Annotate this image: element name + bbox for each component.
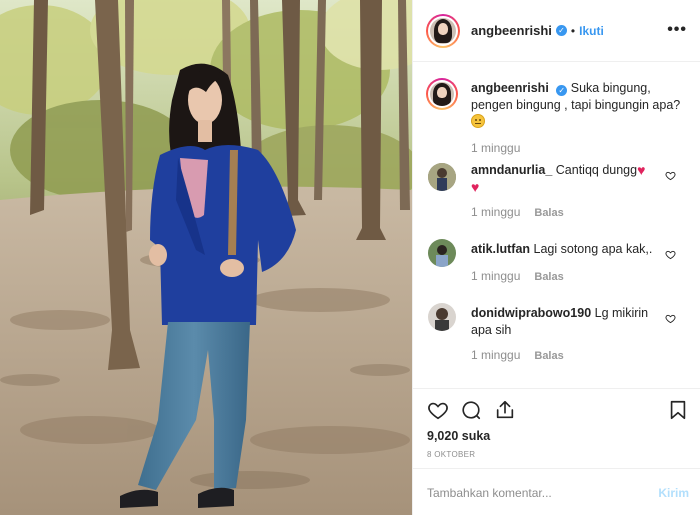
post-date[interactable]: 8 OKTOBER (427, 450, 475, 459)
more-options-icon[interactable]: ••• (667, 22, 687, 38)
post-side-panel: angbeenrishi ✓ • Ikuti ••• angbeenrishi … (412, 0, 700, 515)
heart-icon[interactable] (665, 170, 676, 181)
comment-meta: 1 minggu Balas (471, 205, 564, 219)
heart-icon[interactable] (665, 249, 676, 260)
caption: angbeenrishi ✓ Suka bingung, pengen bing… (471, 80, 691, 131)
comment-meta: 1 minggu Balas (471, 348, 564, 362)
red-heart-emoji-icon: ♥ (637, 162, 646, 178)
bookmark-icon[interactable] (667, 399, 689, 421)
comment-body: atik.lutfan Lagi sotong apa kak,. (471, 241, 661, 258)
reply-button[interactable]: Balas (534, 271, 563, 283)
avatar[interactable] (426, 13, 460, 48)
post-actions: 9,020 suka 8 OKTOBER (413, 388, 700, 468)
comment-time[interactable]: 1 minggu (471, 205, 520, 219)
comment-text: Cantiqq dungg (555, 163, 638, 177)
comment-time[interactable]: 1 minggu (471, 269, 520, 283)
comments-list[interactable]: angbeenrishi ✓ Suka bingung, pengen bing… (413, 63, 700, 387)
heart-icon[interactable] (427, 399, 449, 421)
verified-icon: ✓ (555, 25, 567, 36)
post-header: angbeenrishi ✓ • Ikuti ••• (413, 0, 700, 62)
reply-button[interactable]: Balas (534, 207, 563, 219)
comment-body: donidwiprabowo190 Lg mikirin apa sih (471, 305, 661, 339)
comment-icon[interactable] (460, 399, 482, 421)
likes-count[interactable]: 9,020 suka (427, 429, 490, 443)
heart-icon[interactable] (665, 313, 676, 324)
add-comment-bar: Kirim (413, 468, 700, 515)
red-heart-emoji-icon: ♥ (471, 179, 480, 195)
commenter-avatar[interactable] (428, 239, 456, 267)
commenter-avatar[interactable] (428, 303, 456, 331)
comment-text: Lagi sotong apa kak,. (533, 242, 653, 256)
reply-button[interactable]: Balas (534, 350, 563, 362)
username-link[interactable]: angbeenrishi (471, 23, 552, 38)
caption-time[interactable]: 1 minggu (471, 141, 520, 155)
comment-body: amndanurlia_ Cantiqq dungg♥ ♥ (471, 162, 661, 196)
comment-username[interactable]: atik.lutfan (471, 242, 530, 256)
share-icon[interactable] (494, 399, 516, 421)
follow-button[interactable]: Ikuti (579, 24, 604, 38)
comment-time[interactable]: 1 minggu (471, 348, 520, 362)
caption-username[interactable]: angbeenrishi (471, 81, 549, 95)
verified-icon: ✓ (556, 85, 568, 96)
separator-dot: • (570, 23, 576, 38)
smile-emoji-icon (471, 114, 485, 128)
commenter-avatar[interactable] (428, 163, 456, 191)
comment-input[interactable] (427, 483, 637, 503)
post-photo[interactable] (0, 0, 412, 515)
comment-username[interactable]: amndanurlia_ (471, 163, 552, 177)
comment-username[interactable]: donidwiprabowo190 (471, 306, 591, 320)
forest-photo-illustration (0, 0, 412, 515)
post-comment-button[interactable]: Kirim (658, 486, 689, 500)
comment-meta: 1 minggu Balas (471, 269, 564, 283)
caption-avatar[interactable] (426, 78, 458, 110)
